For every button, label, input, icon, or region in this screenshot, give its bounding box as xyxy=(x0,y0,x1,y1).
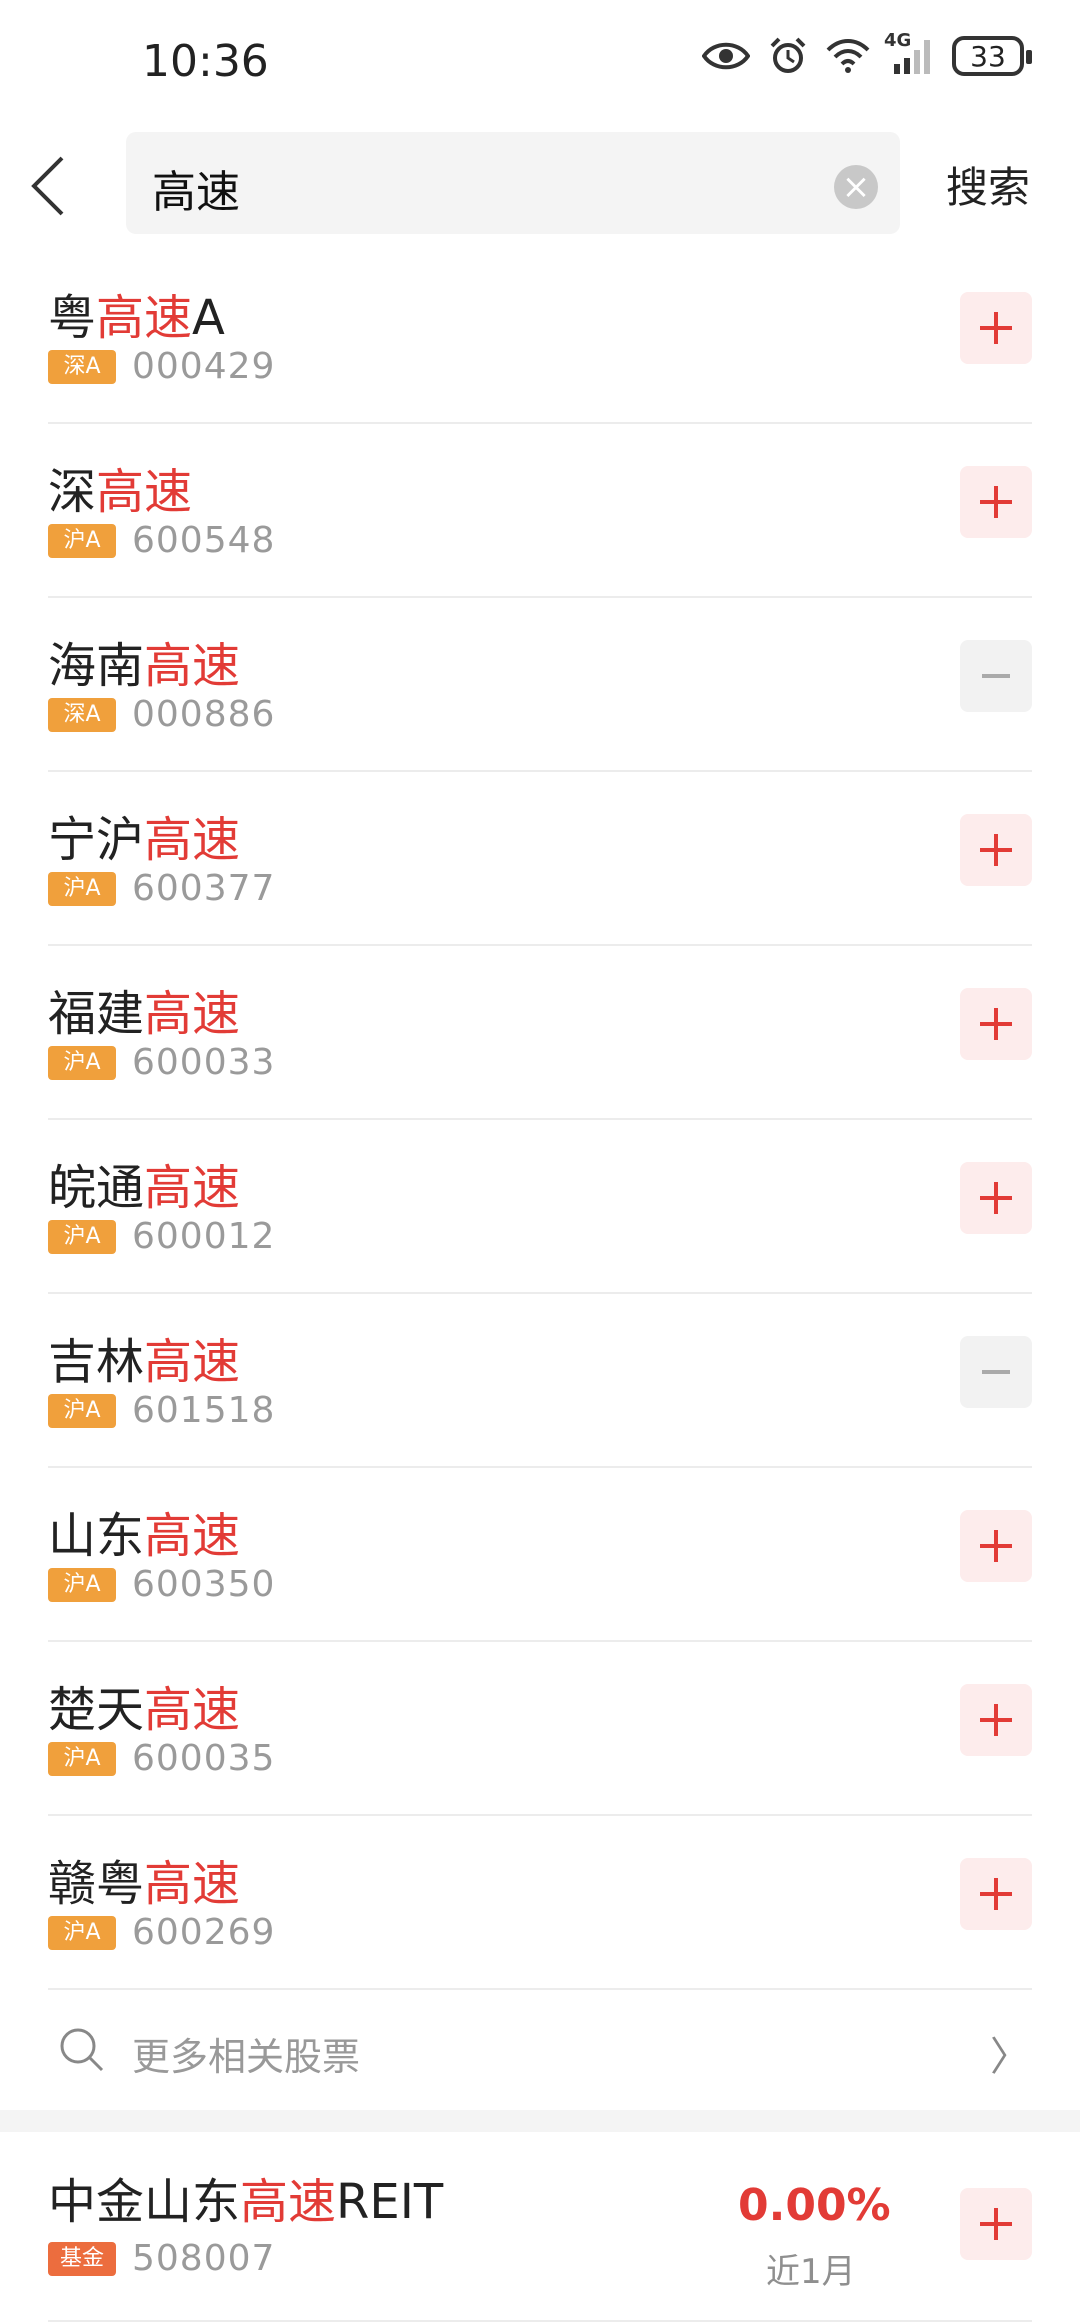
plus-icon xyxy=(980,1878,1012,1910)
wifi-icon xyxy=(826,38,870,74)
add-watchlist-button[interactable] xyxy=(960,1510,1032,1582)
market-badge: 沪A xyxy=(48,1568,116,1602)
market-badge: 沪A xyxy=(48,1046,116,1080)
stock-name: 粤高速A xyxy=(48,290,225,346)
network-label: 4G xyxy=(884,30,912,51)
chevron-left-icon xyxy=(31,156,64,216)
stock-row[interactable]: 楚天高速沪A 600035 xyxy=(48,1642,1032,1816)
fund-name: 中金山东高速REIT xyxy=(48,2174,444,2230)
stock-row[interactable]: 山东高速沪A 600350 xyxy=(48,1468,1032,1642)
stock-row[interactable]: 福建高速沪A 600033 xyxy=(48,946,1032,1120)
stock-row[interactable]: 宁沪高速沪A 600377 xyxy=(48,772,1032,946)
add-watchlist-button[interactable] xyxy=(960,1162,1032,1234)
signal-icon: 4G xyxy=(884,30,934,76)
stock-code: 600377 xyxy=(132,868,276,909)
plus-icon xyxy=(980,486,1012,518)
battery-level: 33 xyxy=(970,39,1006,73)
search-button[interactable]: 搜索 xyxy=(946,154,1030,215)
market-badge: 沪A xyxy=(48,872,116,906)
stock-name: 赣粤高速 xyxy=(48,1856,241,1912)
market-badge: 深A xyxy=(48,350,116,384)
stock-name: 福建高速 xyxy=(48,986,241,1042)
change-percent: 0.00% xyxy=(738,2180,891,2231)
status-icons: 4G 33 xyxy=(702,30,1032,76)
stock-row[interactable]: 海南高速深A 000886 xyxy=(48,598,1032,772)
market-badge: 沪A xyxy=(48,1220,116,1254)
plus-icon xyxy=(980,312,1012,344)
plus-icon xyxy=(980,1182,1012,1214)
more-stocks-label: 更多相关股票 xyxy=(132,2035,361,2079)
status-time: 10:36 xyxy=(142,36,269,87)
status-bar: 10:36 4G 33 xyxy=(0,0,1080,124)
add-watchlist-button[interactable] xyxy=(960,2188,1032,2260)
search-header: 高速 × 搜索 xyxy=(0,124,1080,250)
stock-row[interactable]: 赣粤高速沪A 600269 xyxy=(48,1816,1032,1990)
stock-row[interactable]: 皖通高速沪A 600012 xyxy=(48,1120,1032,1294)
stock-name: 宁沪高速 xyxy=(48,812,241,868)
section-divider xyxy=(0,2110,1080,2132)
fund-code: 508007 xyxy=(132,2238,276,2279)
market-badge: 沪A xyxy=(48,1394,116,1428)
market-badge: 基金 xyxy=(48,2242,116,2276)
stock-name: 吉林高速 xyxy=(48,1334,241,1390)
stock-name: 皖通高速 xyxy=(48,1160,241,1216)
plus-icon xyxy=(980,1530,1012,1562)
battery-icon: 33 xyxy=(952,36,1032,76)
plus-icon xyxy=(980,1704,1012,1736)
market-badge: 深A xyxy=(48,698,116,732)
minus-icon xyxy=(982,674,1010,678)
chevron-right-icon: 〉 xyxy=(990,2034,1030,2080)
plus-icon xyxy=(980,1008,1012,1040)
remove-watchlist-button[interactable] xyxy=(960,1336,1032,1408)
stock-name: 深高速 xyxy=(48,464,193,520)
plus-icon xyxy=(980,834,1012,866)
stock-row[interactable]: 吉林高速沪A 601518 xyxy=(48,1294,1032,1468)
change-period: 近1月 xyxy=(766,2252,856,2292)
search-input[interactable]: 高速 × xyxy=(126,132,900,234)
add-watchlist-button[interactable] xyxy=(960,1858,1032,1930)
search-query[interactable]: 高速 xyxy=(152,156,240,220)
search-icon xyxy=(60,2028,104,2072)
stock-code: 600035 xyxy=(132,1738,276,1779)
add-watchlist-button[interactable] xyxy=(960,466,1032,538)
stock-row[interactable]: 深高速沪A 600548 xyxy=(48,424,1032,598)
stock-code: 600548 xyxy=(132,520,276,561)
add-watchlist-button[interactable] xyxy=(960,988,1032,1060)
stock-code: 000429 xyxy=(132,346,276,387)
fund-row[interactable]: 中金山东高速REIT 基金 508007 0.00% 近1月 xyxy=(48,2132,1032,2322)
add-watchlist-button[interactable] xyxy=(960,1684,1032,1756)
stock-code: 600269 xyxy=(132,1912,276,1953)
market-badge: 沪A xyxy=(48,1742,116,1776)
clear-icon[interactable]: × xyxy=(834,165,878,209)
stock-name: 海南高速 xyxy=(48,638,241,694)
alarm-icon xyxy=(768,36,808,76)
stock-code: 600350 xyxy=(132,1564,276,1605)
market-badge: 沪A xyxy=(48,524,116,558)
add-watchlist-button[interactable] xyxy=(960,814,1032,886)
minus-icon xyxy=(982,1370,1010,1374)
market-badge: 沪A xyxy=(48,1916,116,1950)
back-button[interactable] xyxy=(28,154,88,224)
more-stocks-link[interactable]: 更多相关股票 〉 xyxy=(48,1990,1032,2110)
result-list: 粤高速A 深A 000429 深高速 沪A 600548 海南高速 深A 000886 宁沪高速沪… xyxy=(0,250,1080,2322)
plus-icon xyxy=(980,2208,1012,2240)
remove-watchlist-button[interactable] xyxy=(960,640,1032,712)
stock-name: 楚天高速 xyxy=(48,1682,241,1738)
stock-code: 600012 xyxy=(132,1216,276,1257)
stock-code: 601518 xyxy=(132,1390,276,1431)
stock-row[interactable]: 粤高速A 深A 000429 xyxy=(48,250,1032,424)
stock-code: 000886 xyxy=(132,694,276,735)
stock-name: 山东高速 xyxy=(48,1508,241,1564)
eye-icon xyxy=(702,39,750,73)
stock-code: 600033 xyxy=(132,1042,276,1083)
add-watchlist-button[interactable] xyxy=(960,292,1032,364)
